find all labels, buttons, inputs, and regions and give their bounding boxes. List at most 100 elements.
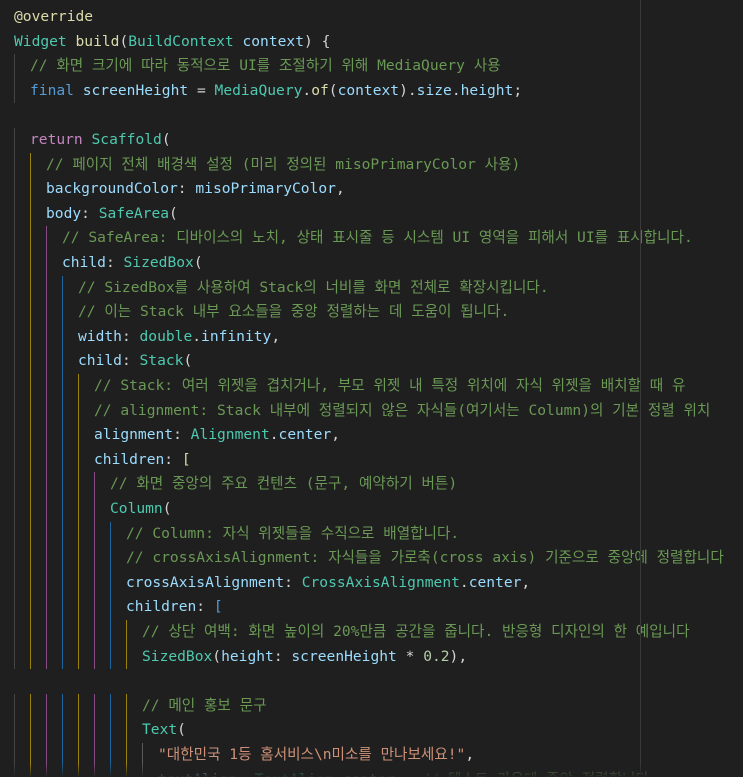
code-line[interactable]: // 상단 여백: 화면 높이의 20%만큼 공간을 줍니다. 반응형 디자인의… — [0, 620, 743, 645]
code-line[interactable] — [0, 669, 743, 694]
indent-guide — [14, 521, 15, 547]
code-line[interactable]: // alignment: Stack 내부에 정렬되지 않은 자식들(여기서는… — [0, 398, 743, 424]
code-token: @override — [14, 8, 94, 25]
code-token: = — [188, 81, 215, 99]
code-token: misoPrimaryColor — [195, 180, 336, 198]
column-ruler — [640, 0, 641, 777]
code-line[interactable]: child: Stack( — [0, 349, 743, 374]
code-token: return — [30, 131, 83, 148]
code-line[interactable]: alignment: Alignment.center, — [0, 423, 743, 448]
indent-guide — [14, 546, 15, 571]
code-token: , — [521, 573, 531, 591]
code-token: ) { — [304, 32, 331, 50]
code-token: // SafeArea: 디바이스의 노치, 상태 표시줄 등 시스템 UI 영… — [62, 229, 693, 247]
indent-guide — [14, 78, 15, 104]
code-line[interactable]: // 화면 크기에 따라 동적으로 UI를 조절하기 위해 MediaQuery… — [0, 54, 743, 79]
code-line[interactable]: @override — [0, 5, 743, 30]
code-token: infinity — [201, 327, 272, 345]
indent-guide — [94, 497, 95, 522]
code-line[interactable]: // Stack: 여러 위젯을 겹치거나, 부모 위젯 내 특정 위치에 자식… — [0, 374, 743, 399]
code-line[interactable]: return Scaffold( — [0, 128, 743, 153]
code-token: width — [78, 327, 122, 345]
code-line[interactable]: children: [ — [0, 595, 743, 620]
code-line[interactable]: crossAxisAlignment: CrossAxisAlignment.c… — [0, 570, 743, 596]
indent-guide — [78, 447, 79, 473]
indent-guide — [14, 570, 15, 596]
code-token: BuildContext — [128, 32, 234, 50]
indent-guide — [46, 398, 47, 424]
indent-guide — [14, 718, 15, 743]
indent-guide — [30, 620, 31, 645]
indent-guide — [14, 447, 15, 473]
code-line[interactable]: // 페이지 전체 배경색 설정 (미리 정의된 misoPrimaryColo… — [0, 152, 743, 178]
indent-guide — [94, 546, 95, 571]
indent-guide — [62, 374, 63, 399]
code-line[interactable]: SizedBox(height: screenHeight * 0.2), — [0, 644, 743, 670]
code-line[interactable]: // SafeArea: 디바이스의 노치, 상태 표시줄 등 시스템 UI 영… — [0, 226, 743, 251]
code-token: crossAxisAlignment — [126, 573, 285, 591]
code-line[interactable]: Widget build(BuildContext context) { — [0, 30, 743, 55]
code-token: ( — [193, 254, 203, 271]
code-token: Stack — [139, 352, 184, 370]
code-token: double — [139, 327, 193, 345]
code-line[interactable]: backgroundColor: misoPrimaryColor, — [0, 177, 743, 202]
code-line[interactable]: // 화면 중앙의 주요 컨텐츠 (문구, 예약하기 버튼) — [0, 472, 743, 497]
indent-guide — [46, 693, 47, 719]
code-token: "대한민국 1등 홈서비스\n미소를 만나보세요!" — [158, 746, 466, 763]
code-token: Scaffold — [91, 131, 162, 148]
code-line[interactable]: Text( — [0, 718, 743, 743]
indent-guide — [46, 497, 47, 522]
code-line[interactable] — [0, 103, 743, 128]
indent-guide — [62, 595, 63, 620]
indent-guide — [110, 620, 111, 645]
code-line[interactable]: child: SizedBox( — [0, 251, 743, 276]
code-token: , — [465, 746, 475, 763]
indent-guide — [62, 570, 63, 596]
code-token: ). — [399, 81, 417, 99]
code-token: SizedBox — [123, 254, 194, 271]
code-line[interactable]: body: SafeArea( — [0, 201, 743, 227]
code-token: screenHeight — [291, 647, 397, 665]
code-line[interactable]: final screenHeight = MediaQuery.of(conte… — [0, 78, 743, 104]
code-token: CrossAxisAlignment — [301, 573, 460, 591]
code-token: Column — [110, 500, 163, 517]
indent-guide — [14, 275, 15, 301]
code-token: ( — [119, 32, 129, 50]
code-line[interactable]: // Column: 자식 위젯들을 수직으로 배열합니다. — [0, 521, 743, 547]
code-line[interactable]: // SizedBox를 사용하여 Stack의 너비를 화면 전체로 확장시킵… — [0, 275, 743, 301]
indent-guide — [30, 374, 31, 399]
code-line[interactable]: // 메인 홍보 문구 — [0, 693, 743, 719]
code-line[interactable]: Column( — [0, 497, 743, 522]
indent-guide — [30, 275, 31, 301]
indent-guide — [62, 644, 63, 670]
code-line[interactable]: width: double.infinity, — [0, 324, 743, 350]
indent-guide — [62, 497, 63, 522]
code-token: child — [78, 352, 122, 370]
indent-guide — [62, 324, 63, 350]
code-token: child — [62, 254, 106, 271]
code-token: : — [196, 598, 214, 616]
indent-guide — [14, 472, 15, 497]
code-token: // 이는 Stack 내부 요소들을 중앙 정렬하는 데 도움이 됩니다. — [78, 303, 510, 321]
code-editor[interactable]: @override Widget build(BuildContext conte… — [0, 0, 743, 777]
code-token: : — [121, 352, 140, 370]
indent-guide — [14, 374, 15, 399]
code-line[interactable]: // 이는 Stack 내부 요소들을 중앙 정렬하는 데 도움이 됩니다. — [0, 300, 743, 325]
indent-guide — [14, 398, 15, 424]
indent-guide — [62, 423, 63, 448]
code-token: . — [459, 573, 469, 591]
indent-guide — [30, 570, 31, 596]
indent-guide — [30, 349, 31, 374]
code-token: Widget — [14, 32, 67, 50]
code-token: : — [81, 204, 99, 222]
indent-guide — [126, 693, 127, 719]
indent-guide — [94, 570, 95, 596]
indent-guide — [30, 177, 31, 202]
indent-guide — [110, 521, 111, 547]
code-line[interactable]: // crossAxisAlignment: 자식들을 가로축(cross ax… — [0, 546, 743, 571]
indent-guide — [46, 595, 47, 620]
code-line[interactable]: children: [ — [0, 447, 743, 473]
indent-guide — [46, 226, 47, 251]
indent-guide — [30, 595, 31, 620]
